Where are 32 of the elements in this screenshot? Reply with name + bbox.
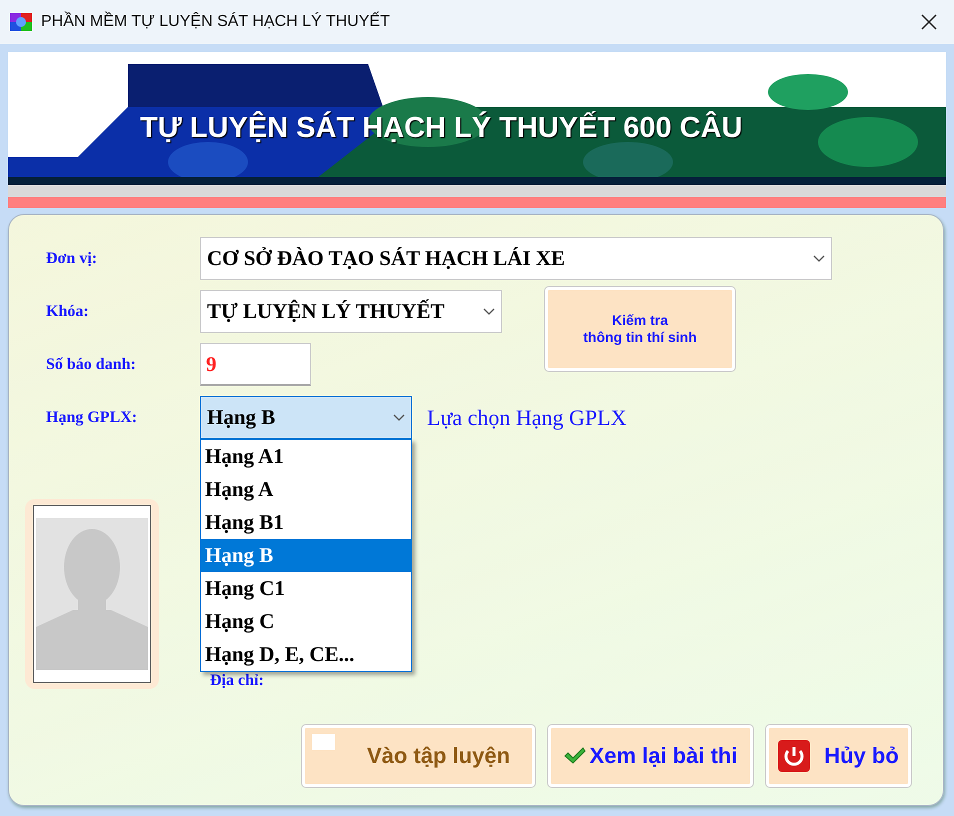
dropdown-option[interactable]: Hạng D, E, CE... — [201, 638, 411, 671]
power-icon — [778, 740, 810, 772]
cancel-button[interactable]: Hủy bỏ — [766, 725, 911, 787]
field-label: Đơn vị: — [45, 250, 98, 268]
dropdown-option[interactable]: Hạng B1 — [201, 506, 411, 539]
window-title: PHẦN MỀM TỰ LUYỆN SÁT HẠCH LÝ THUYẾT — [41, 13, 391, 31]
field-label: Hạng GPLX: — [45, 408, 138, 426]
address-label: Địa chỉ: — [210, 672, 264, 690]
person-silhouette-icon — [33, 505, 151, 683]
hint-text: Lựa chọn Hạng GPLX — [427, 404, 626, 430]
dropdown-option[interactable]: Hạng C1 — [201, 572, 411, 605]
banner-title: TỰ LUYỆN SÁT HẠCH LÝ THUYẾT 600 CÂU — [139, 110, 744, 146]
dropdown-option[interactable]: Hạng C — [201, 605, 411, 638]
dropdown-option[interactable]: Hạng A1 — [201, 440, 411, 473]
dropdown-option[interactable]: Hạng B — [201, 539, 411, 572]
close-icon — [921, 14, 937, 30]
field-label: Khóa: — [45, 302, 90, 320]
input-field[interactable]: 9 — [200, 343, 311, 386]
chevron-down-icon — [813, 254, 825, 262]
chevron-down-icon — [483, 308, 495, 316]
dropdown-option[interactable]: Hạng A — [201, 473, 411, 506]
start-button[interactable]: Vào tập luyện — [302, 725, 535, 787]
image-placeholder-icon — [312, 734, 335, 750]
dropdown-field[interactable]: CƠ SỞ ĐÀO TẠO SÁT HẠCH LÁI XE — [200, 237, 832, 280]
check-info-button[interactable]: Kiếm tra thông tin thí sinh — [545, 287, 735, 371]
checkmark-icon — [564, 747, 586, 765]
chevron-down-icon — [393, 414, 405, 422]
dropdown-field[interactable]: Hạng B — [200, 396, 412, 439]
field-label: Số báo danh: — [45, 356, 137, 374]
app-icon — [10, 13, 32, 31]
dropdown-field[interactable]: TỰ LUYỆN LÝ THUYẾT — [200, 290, 502, 333]
review-button[interactable]: Xem lại bài thi — [548, 725, 753, 787]
